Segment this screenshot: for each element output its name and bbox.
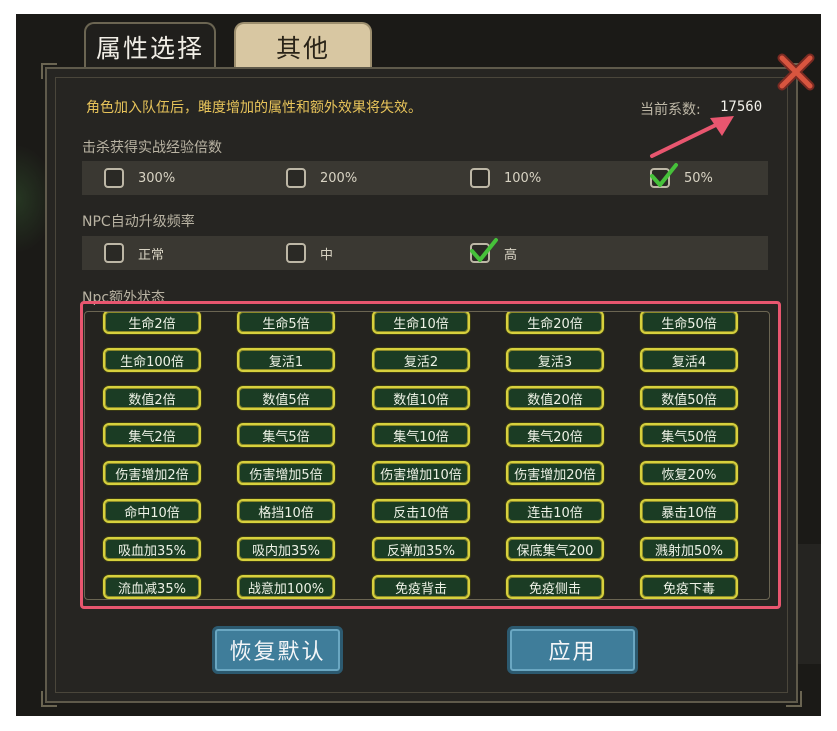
npc-status-button[interactable]: 流血减35% bbox=[103, 575, 201, 599]
kill-exp-options: 300% 200% 100% 50% bbox=[82, 161, 768, 195]
npc-status-button[interactable]: 格挡10倍 bbox=[237, 499, 335, 523]
kill-exp-option-50[interactable]: 50% bbox=[650, 161, 713, 195]
panel-corner bbox=[786, 691, 802, 707]
npc-status-button[interactable]: 生命50倍 bbox=[640, 312, 738, 334]
npc-status-button[interactable]: 反弹加35% bbox=[372, 537, 470, 561]
npc-status-button[interactable]: 伤害增加20倍 bbox=[506, 461, 604, 485]
checkmark-icon bbox=[470, 238, 498, 262]
npc-status-button[interactable]: 保底集气200 bbox=[506, 537, 604, 561]
npc-status-button[interactable]: 数值2倍 bbox=[103, 386, 201, 410]
npc-status-button[interactable]: 伤害增加2倍 bbox=[103, 461, 201, 485]
checkbox[interactable] bbox=[286, 168, 306, 188]
npc-status-button[interactable]: 数值10倍 bbox=[372, 386, 470, 410]
npc-status-button[interactable]: 生命2倍 bbox=[103, 312, 201, 334]
panel-corner bbox=[41, 63, 57, 79]
npc-status-button[interactable]: 集气20倍 bbox=[506, 423, 604, 447]
option-label: 50% bbox=[684, 170, 713, 186]
option-label: 100% bbox=[504, 170, 542, 186]
notice-text: 角色加入队伍后，雎度增加的属性和额外效果将失效。 bbox=[86, 100, 422, 116]
checkbox-checked[interactable] bbox=[650, 163, 678, 188]
npc-upgrade-options: 正常 中 高 bbox=[82, 236, 768, 270]
checkbox[interactable] bbox=[286, 243, 306, 263]
npc-upgrade-option-normal[interactable]: 正常 bbox=[104, 236, 164, 270]
npc-status-button[interactable]: 反击10倍 bbox=[372, 499, 470, 523]
kill-exp-option-200[interactable]: 200% bbox=[286, 161, 357, 195]
npc-upgrade-option-high[interactable]: 高 bbox=[470, 236, 517, 270]
checkbox[interactable] bbox=[104, 168, 124, 188]
npc-status-button[interactable]: 暴击10倍 bbox=[640, 499, 738, 523]
checkbox[interactable] bbox=[104, 243, 124, 263]
npc-status-button[interactable]: 伤害增加10倍 bbox=[372, 461, 470, 485]
npc-status-button[interactable]: 生命10倍 bbox=[372, 312, 470, 334]
option-label: 200% bbox=[320, 170, 358, 186]
npc-status-button[interactable]: 战意加100% bbox=[237, 575, 335, 599]
npc-status-button[interactable]: 生命20倍 bbox=[506, 312, 604, 334]
npc-status-button[interactable]: 集气2倍 bbox=[103, 423, 201, 447]
close-button[interactable] bbox=[776, 52, 816, 92]
tab-attribute-select[interactable]: 属性选择 bbox=[84, 22, 216, 70]
npc-status-button[interactable]: 免疫背击 bbox=[372, 575, 470, 599]
option-label: 正常 bbox=[138, 247, 165, 263]
panel-corner bbox=[41, 691, 57, 707]
npc-status-button[interactable]: 命中10倍 bbox=[103, 499, 201, 523]
option-label: 高 bbox=[504, 247, 518, 263]
npc-extra-status-list: 生命2倍 生命5倍 生命10倍 生命20倍 生命50倍生命100倍 复活1 复活2 复活3 复活… bbox=[84, 311, 770, 600]
npc-status-button[interactable]: 溅射加50% bbox=[640, 537, 738, 561]
annotation-arrow-icon bbox=[650, 116, 734, 158]
npc-status-button[interactable]: 生命5倍 bbox=[237, 312, 335, 334]
npc-status-button[interactable]: 复活2 bbox=[372, 348, 470, 372]
kill-exp-label: 击杀获得实战经验倍数 bbox=[82, 140, 222, 156]
npc-status-button[interactable]: 免疫下毒 bbox=[640, 575, 738, 599]
npc-status-button[interactable]: 生命100倍 bbox=[103, 348, 201, 372]
option-label: 中 bbox=[320, 247, 334, 263]
npc-status-button[interactable]: 复活4 bbox=[640, 348, 738, 372]
npc-status-button[interactable]: 恢复20% bbox=[640, 461, 738, 485]
checkbox-checked[interactable] bbox=[470, 238, 498, 263]
kill-exp-option-100[interactable]: 100% bbox=[470, 161, 541, 195]
apply-button[interactable]: 应用 bbox=[507, 626, 638, 674]
checkmark-icon bbox=[650, 163, 678, 187]
npc-status-button[interactable]: 集气50倍 bbox=[640, 423, 738, 447]
npc-status-button[interactable]: 数值50倍 bbox=[640, 386, 738, 410]
npc-status-button[interactable]: 吸血加35% bbox=[103, 537, 201, 561]
npc-status-button[interactable]: 数值20倍 bbox=[506, 386, 604, 410]
npc-status-button[interactable]: 免疫侧击 bbox=[506, 575, 604, 599]
close-icon bbox=[777, 53, 815, 91]
kill-exp-option-300[interactable]: 300% bbox=[104, 161, 175, 195]
npc-status-button[interactable]: 集气5倍 bbox=[237, 423, 335, 447]
tab-other[interactable]: 其他 bbox=[234, 22, 372, 70]
reset-default-button[interactable]: 恢复默认 bbox=[212, 626, 343, 674]
npc-status-button[interactable]: 数值5倍 bbox=[237, 386, 335, 410]
npc-status-button[interactable]: 复活1 bbox=[237, 348, 335, 372]
npc-status-button[interactable]: 复活3 bbox=[506, 348, 604, 372]
checkbox[interactable] bbox=[470, 168, 490, 188]
npc-upgrade-label: NPC自动升级频率 bbox=[82, 214, 195, 230]
npc-status-button[interactable]: 吸内加35% bbox=[237, 537, 335, 561]
npc-status-button[interactable]: 集气10倍 bbox=[372, 423, 470, 447]
npc-status-button[interactable]: 伤害增加5倍 bbox=[237, 461, 335, 485]
npc-upgrade-option-medium[interactable]: 中 bbox=[286, 236, 333, 270]
npc-status-button[interactable]: 连击10倍 bbox=[506, 499, 604, 523]
option-label: 300% bbox=[138, 170, 176, 186]
